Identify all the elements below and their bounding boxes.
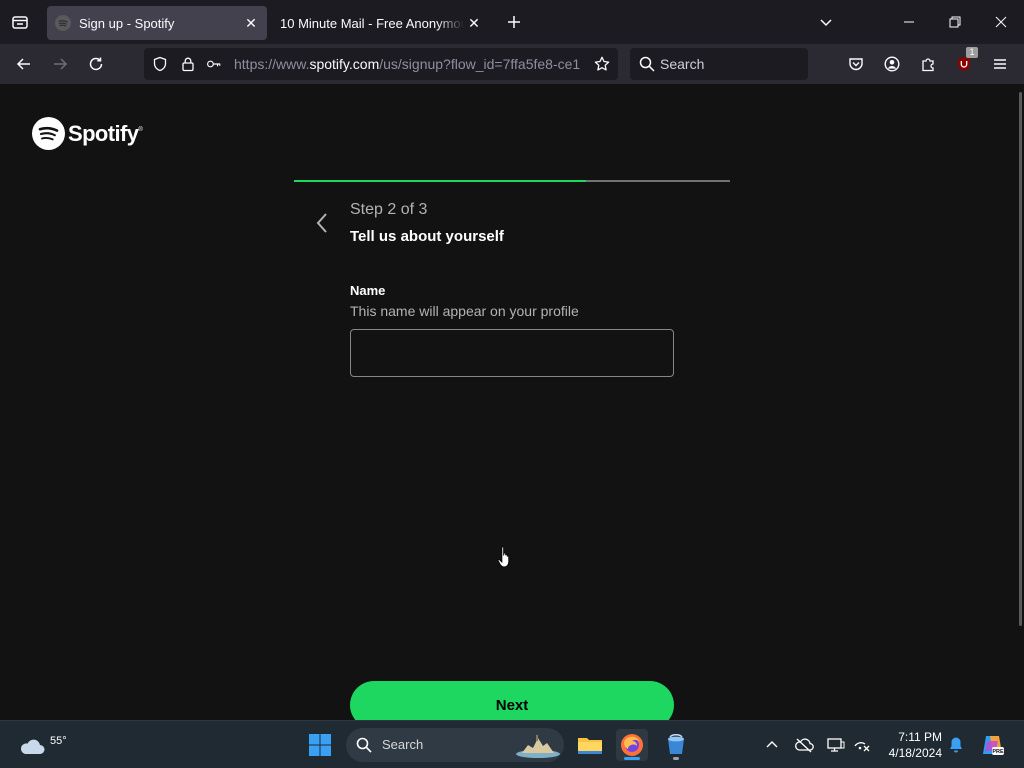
onedrive-offline-icon[interactable] <box>794 735 814 755</box>
key-icon[interactable] <box>206 56 222 72</box>
cloud-icon <box>20 739 45 754</box>
windows-taskbar: 55° Search 7:11 PM 4/18/2024 PRE <box>0 720 1024 768</box>
ublock-origin-icon[interactable]: 1 <box>952 47 978 76</box>
clock-date: 4/18/2024 <box>888 746 942 760</box>
step-title: Tell us about yourself <box>350 228 504 245</box>
back-arrow-icon[interactable] <box>12 52 36 76</box>
extension-badge: 1 <box>966 47 978 58</box>
url-prefix: https://www. <box>234 56 310 72</box>
signup-progress-bar <box>294 180 730 182</box>
search-highlight-art-icon <box>516 735 560 758</box>
browser-search-bar[interactable] <box>630 48 808 80</box>
spotify-logo[interactable]: Spotify ® <box>32 117 143 150</box>
pocket-icon[interactable] <box>844 52 868 76</box>
search-icon <box>639 56 655 72</box>
restore-icon[interactable] <box>943 10 967 34</box>
signup-progress-fill <box>294 180 587 182</box>
tab-spotify-signup[interactable]: Sign up - Spotify ✕ <box>47 6 267 40</box>
tab-close-icon[interactable]: ✕ <box>241 13 261 33</box>
name-field-label: Name <box>350 283 386 298</box>
tab-10-minute-mail[interactable]: 10 Minute Mail - Free Anonymous T ✕ <box>272 6 490 40</box>
spotify-signup-page: Spotify ® Step 2 of 3 Tell us about your… <box>0 84 1024 720</box>
shield-icon[interactable] <box>152 56 168 72</box>
taskbar-search[interactable]: Search <box>346 728 564 762</box>
new-tab-plus-icon[interactable] <box>503 11 525 33</box>
back-step-chevron-icon[interactable] <box>310 209 334 237</box>
navigation-toolbar: https://www.spotify.com/us/signup?flow_i… <box>0 44 1024 84</box>
active-app-indicator <box>624 757 640 760</box>
spotify-logo-icon <box>32 117 65 150</box>
forward-arrow-icon[interactable] <box>48 52 72 76</box>
copilot-icon[interactable]: PRE <box>980 733 1004 757</box>
display-icon[interactable] <box>826 735 846 755</box>
tab-close-icon[interactable]: ✕ <box>464 13 484 33</box>
browser-search-input[interactable] <box>660 55 800 73</box>
tab-title: Sign up - Spotify <box>79 15 175 31</box>
weather-widget[interactable]: 55° <box>18 727 67 763</box>
svg-text:PRE: PRE <box>992 749 1004 755</box>
search-icon <box>356 737 372 753</box>
minimize-icon[interactable] <box>897 10 921 34</box>
reload-icon[interactable] <box>84 52 108 76</box>
extensions-puzzle-icon[interactable] <box>916 52 940 76</box>
file-explorer-icon[interactable] <box>574 729 606 761</box>
page-scrollbar[interactable] <box>1019 92 1022 626</box>
url-bar[interactable]: https://www.spotify.com/us/signup?flow_i… <box>144 48 618 80</box>
bucket-app-icon[interactable] <box>660 729 692 761</box>
tab-strip: Sign up - Spotify ✕ 10 Minute Mail - Fre… <box>0 0 1024 44</box>
bookmark-star-icon[interactable] <box>594 56 610 72</box>
menu-hamburger-icon[interactable] <box>988 52 1012 76</box>
trademark-symbol: ® <box>138 127 143 133</box>
spotify-favicon-icon <box>55 15 71 31</box>
taskbar-search-placeholder: Search <box>382 737 424 752</box>
lock-icon[interactable] <box>180 56 196 72</box>
tray-overflow-chevron-icon[interactable] <box>762 735 782 755</box>
tab-title: 10 Minute Mail - Free Anonymous T <box>280 15 464 31</box>
notification-bell-icon[interactable] <box>946 735 966 755</box>
next-button[interactable]: Next <box>350 681 674 720</box>
firefox-taskbar-icon[interactable] <box>616 729 648 761</box>
network-disconnected-icon[interactable] <box>852 735 872 755</box>
account-icon[interactable] <box>880 52 904 76</box>
windows-start-icon[interactable] <box>308 733 332 757</box>
name-input[interactable] <box>350 329 674 377</box>
url-text[interactable]: https://www.spotify.com/us/signup?flow_i… <box>234 56 586 72</box>
close-window-icon[interactable] <box>989 10 1013 34</box>
url-host: spotify.com <box>309 56 380 72</box>
tab-dropdown-chevron-icon[interactable] <box>814 10 838 34</box>
taskbar-clock[interactable]: 7:11 PM 4/18/2024 <box>872 729 942 761</box>
clock-time: 7:11 PM <box>898 730 942 744</box>
hand-cursor-icon <box>497 546 510 568</box>
weather-temperature: 55° <box>50 735 67 747</box>
name-field-hint: This name will appear on your profile <box>350 303 579 319</box>
spotify-wordmark: Spotify <box>68 120 139 146</box>
tab-list-icon[interactable] <box>8 10 32 34</box>
running-app-indicator <box>673 757 679 760</box>
step-indicator: Step 2 of 3 <box>350 201 428 218</box>
url-path: /us/signup?flow_id=7ffa5fe8-ce1 <box>379 56 581 72</box>
